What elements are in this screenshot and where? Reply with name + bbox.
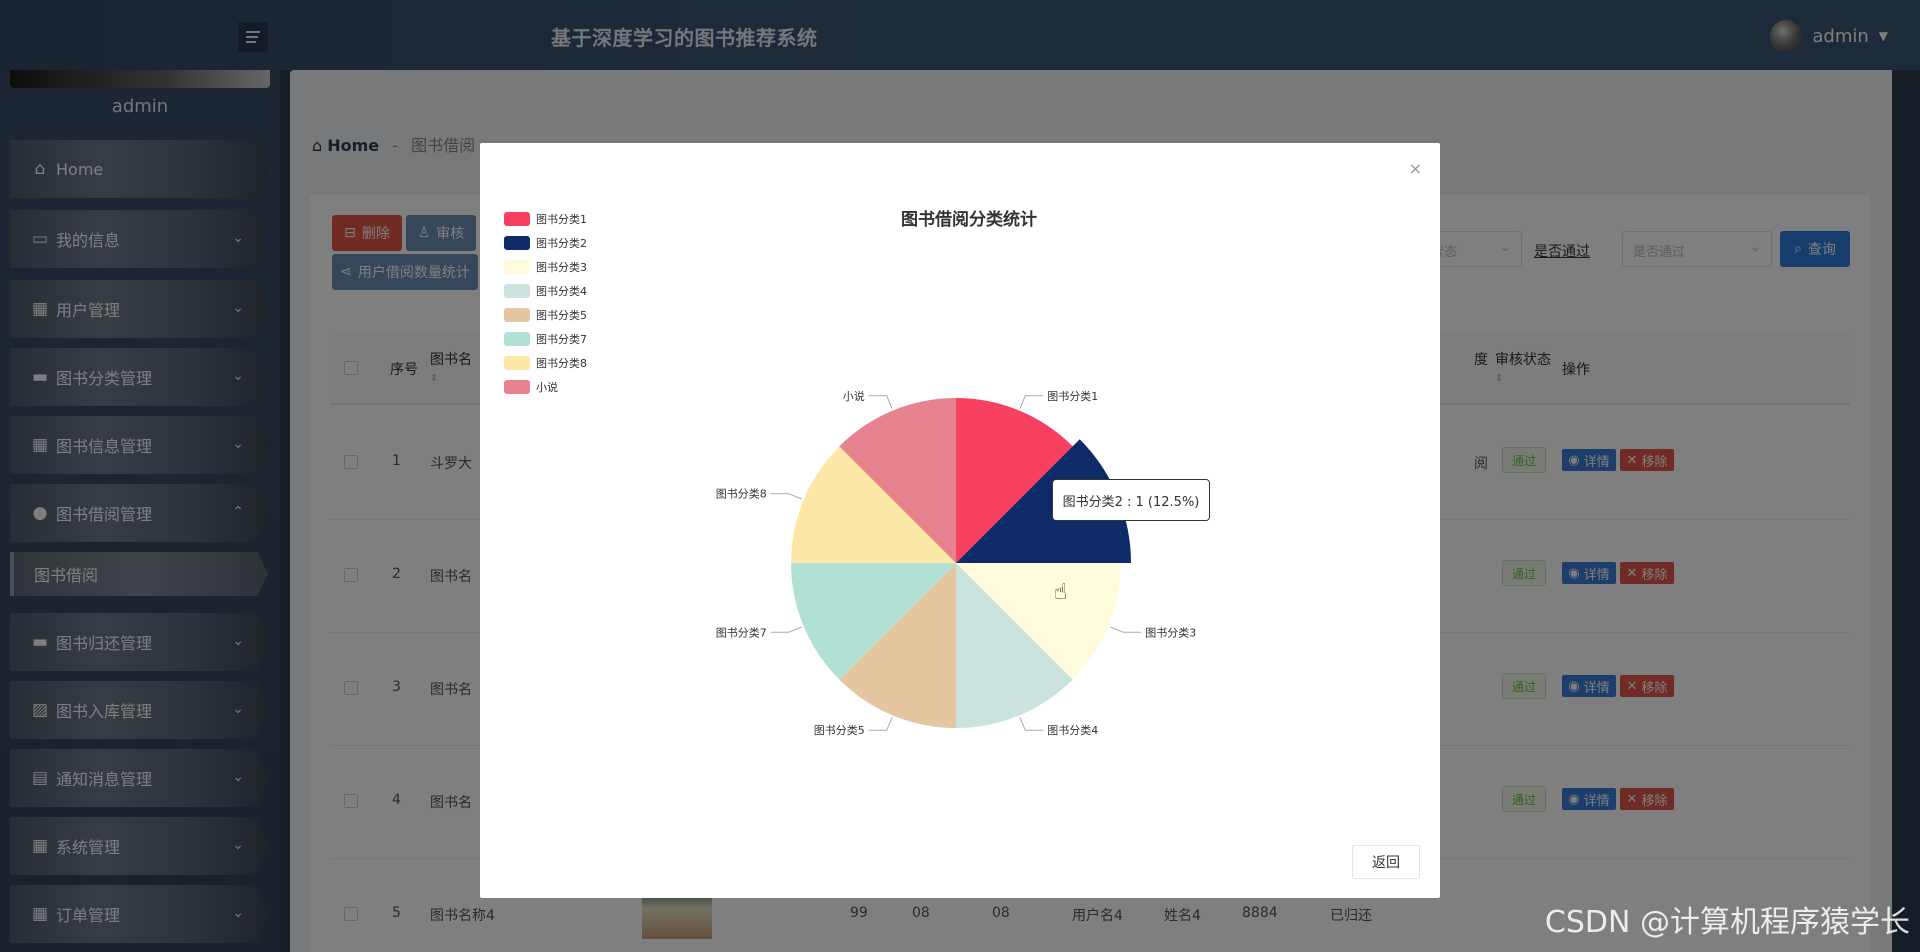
legend-label: 小说 <box>536 381 558 394</box>
legend-label: 图书分类7 <box>536 333 587 346</box>
legend-swatch <box>504 332 530 346</box>
pie-label-6: 图书分类8 <box>716 487 767 501</box>
pie-label-7: 小说 <box>843 389 865 403</box>
label-leader-line <box>1019 395 1044 409</box>
legend-item[interactable]: 图书分类2 <box>504 231 587 255</box>
legend-swatch <box>504 260 530 274</box>
legend-swatch <box>504 212 530 226</box>
legend-swatch <box>504 356 530 370</box>
pie-label-4: 图书分类5 <box>814 723 865 737</box>
pie-label-2: 图书分类3 <box>1145 625 1196 639</box>
label-leader-line <box>1110 626 1142 633</box>
legend-swatch <box>504 284 530 298</box>
label-leader-line <box>770 493 802 500</box>
legend-label: 图书分类2 <box>536 237 587 250</box>
chart-title: 图书借阅分类统计 <box>901 210 1037 230</box>
chart-tooltip: 图书分类2 : 1 (12.5%) <box>1052 479 1210 521</box>
label-leader-line <box>770 626 802 633</box>
legend-item[interactable]: 图书分类3 <box>504 255 587 279</box>
pie-label-5: 图书分类7 <box>716 625 767 639</box>
legend-label: 图书分类5 <box>536 309 587 322</box>
pie-chart: 图书分类1图书分类2图书分类3图书分类4图书分类5图书分类7图书分类8小说 <box>716 389 1196 737</box>
legend-item[interactable]: 小说 <box>504 375 587 399</box>
legend-item[interactable]: 图书分类4 <box>504 279 587 303</box>
label-leader-line <box>868 395 893 409</box>
legend-label: 图书分类8 <box>536 357 587 370</box>
back-button[interactable]: 返回 <box>1352 845 1420 879</box>
legend-item[interactable]: 图书分类5 <box>504 303 587 327</box>
legend-swatch <box>504 236 530 250</box>
hand-cursor-icon: ☝ <box>1054 580 1068 605</box>
chart-modal: × 图书分类1图书分类2图书分类3图书分类4图书分类5图书分类7图书分类8小说 … <box>480 143 1440 898</box>
legend-swatch <box>504 380 530 394</box>
pie-label-0: 图书分类1 <box>1047 389 1098 403</box>
legend-label: 图书分类1 <box>536 213 587 226</box>
legend-item[interactable]: 图书分类8 <box>504 351 587 375</box>
watermark: CSDN @计算机程序猿学长 <box>1544 905 1910 940</box>
legend-swatch <box>504 308 530 322</box>
legend-item[interactable]: 图书分类7 <box>504 327 587 351</box>
legend-label: 图书分类3 <box>536 261 587 274</box>
legend-label: 图书分类4 <box>536 285 587 298</box>
pie-label-3: 图书分类4 <box>1047 723 1098 737</box>
legend-item[interactable]: 图书分类1 <box>504 207 587 231</box>
label-leader-line <box>1019 717 1044 731</box>
label-leader-line <box>868 717 893 731</box>
chart-legend: 图书分类1 图书分类2 图书分类3 图书分类4 图书分类5 图书分类7 图书分类8 小说 <box>504 207 587 399</box>
